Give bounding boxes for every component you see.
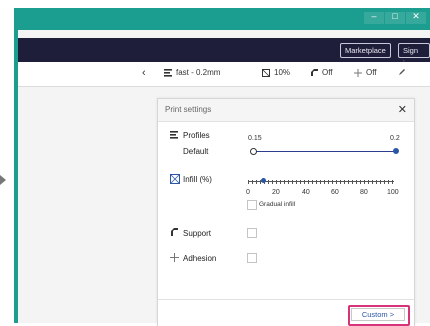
- toolbar-support[interactable]: Off: [310, 68, 333, 77]
- profiles-slider-handle[interactable]: [393, 148, 399, 154]
- gradual-infill-checkbox[interactable]: [247, 200, 257, 210]
- close-icon: ✕: [412, 11, 420, 21]
- chevron-left-icon[interactable]: ‹: [142, 67, 146, 79]
- profiles-max-label: 0.2: [390, 135, 400, 142]
- adhesion-label: Adhesion: [183, 254, 217, 263]
- profiles-slider-track[interactable]: [253, 151, 396, 152]
- print-settings-panel: Print settings ✕ Profiles Default 0.15 0…: [157, 98, 415, 326]
- profiles-default-label: Default: [183, 147, 209, 156]
- toolbar-adhesion-label: Off: [366, 68, 377, 77]
- toolbar-infill-label: 10%: [274, 68, 291, 77]
- toolbar-profile-label: fast - 0.2mm: [176, 68, 221, 77]
- maximize-icon: □: [392, 11, 398, 21]
- custom-button[interactable]: Custom >: [351, 308, 405, 321]
- adhesion-checkbox[interactable]: [247, 253, 257, 263]
- close-window-button[interactable]: ✕: [406, 11, 426, 24]
- support-icon: [311, 68, 318, 76]
- profiles-label: Profiles: [183, 131, 210, 140]
- infill-tick-100: 100: [387, 189, 399, 196]
- support-checkbox[interactable]: [247, 228, 257, 238]
- infill-label: Infill (%): [183, 175, 212, 184]
- print-settings-toolbar[interactable]: ‹ fast - 0.2mm 10% Off Off: [18, 62, 430, 87]
- profile-icon: [164, 68, 172, 77]
- edit-settings-button[interactable]: [398, 68, 406, 76]
- minimize-icon: –: [371, 11, 377, 21]
- panel-title: Print settings: [165, 105, 212, 114]
- toolbar-adhesion[interactable]: Off: [354, 68, 377, 77]
- support-row-icon: [171, 228, 178, 236]
- pointer-arrow: [0, 175, 6, 185]
- toolbar-support-label: Off: [322, 68, 333, 77]
- infill-icon: [262, 68, 270, 77]
- toolbar-infill[interactable]: 10%: [262, 68, 290, 77]
- maximize-button[interactable]: □: [385, 11, 405, 24]
- profiles-icon: [170, 131, 178, 139]
- infill-tick-40: 40: [302, 189, 310, 196]
- infill-tick-0: 0: [246, 189, 250, 196]
- app-area: Marketplace Sign in ‹ fast - 0.2mm 10% O…: [18, 30, 430, 326]
- support-label: Support: [183, 229, 212, 238]
- infill-tick-20: 20: [272, 189, 280, 196]
- adhesion-icon: [354, 68, 362, 77]
- marketplace-button[interactable]: Marketplace: [340, 43, 391, 58]
- adhesion-row-icon: [170, 253, 179, 262]
- panel-footer: Custom >: [158, 299, 414, 326]
- toolbar-profile[interactable]: fast - 0.2mm: [164, 68, 220, 77]
- close-panel-icon[interactable]: ✕: [398, 103, 407, 116]
- profiles-min-label: 0.15: [248, 135, 262, 142]
- window-controls: – □ ✕: [364, 11, 426, 24]
- infill-row-icon: [170, 174, 180, 184]
- infill-slider-track[interactable]: [248, 181, 394, 182]
- minimize-button[interactable]: –: [364, 11, 384, 24]
- panel-header: Print settings ✕: [158, 99, 414, 122]
- app-header: Marketplace Sign in: [18, 38, 430, 68]
- title-bar: – □ ✕: [14, 8, 430, 30]
- gradual-infill-label: Gradual infill: [259, 201, 296, 208]
- infill-tick-80: 80: [360, 189, 368, 196]
- infill-tick-60: 60: [331, 189, 339, 196]
- infill-slider-handle[interactable]: [260, 178, 266, 183]
- profiles-slider-start: [250, 148, 257, 155]
- pencil-icon: [399, 69, 405, 75]
- sign-in-button[interactable]: Sign in: [398, 43, 430, 68]
